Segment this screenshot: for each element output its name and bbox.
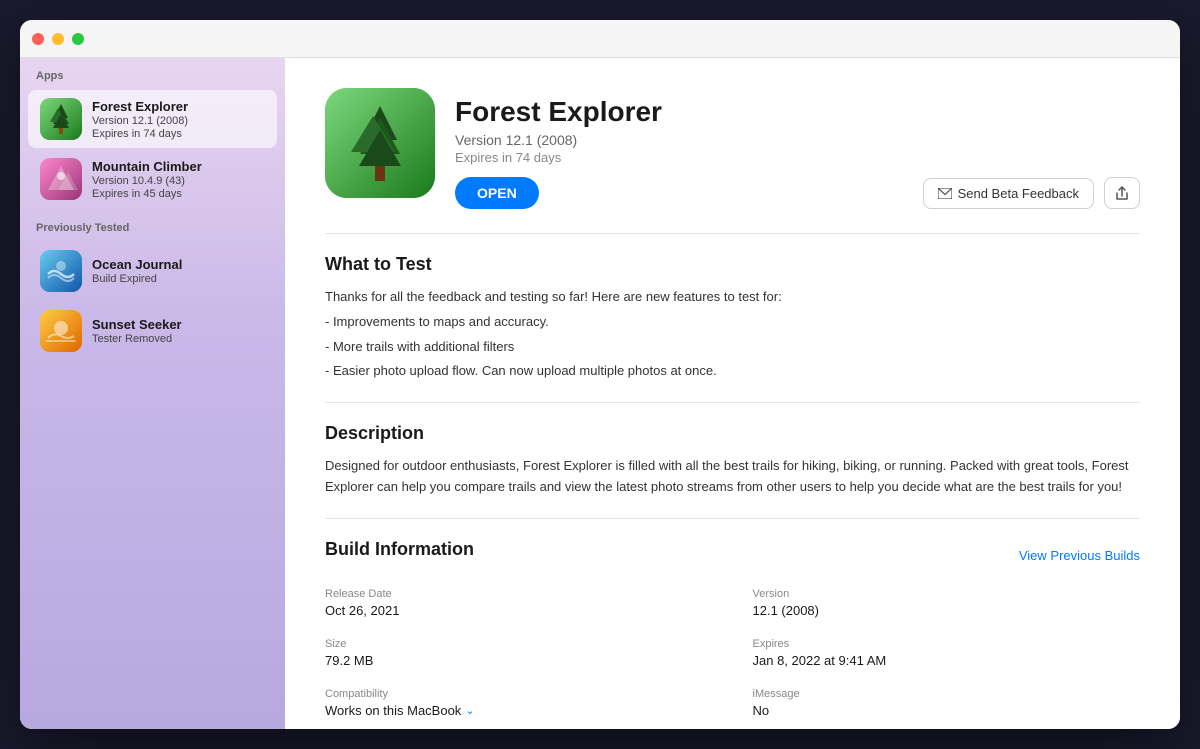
open-button[interactable]: OPEN <box>455 177 539 209</box>
compatibility-text: Works on this MacBook <box>325 703 461 718</box>
send-beta-feedback-button[interactable]: Send Beta Feedback <box>923 178 1094 209</box>
close-button[interactable] <box>32 33 44 45</box>
chevron-down-icon[interactable]: ⌄ <box>465 704 474 717</box>
build-info-size: Size 79.2 MB <box>325 638 713 668</box>
mountain-climber-status: Expires in 45 days <box>92 188 265 200</box>
envelope-icon <box>938 188 952 199</box>
build-info-title: Build Information <box>325 539 474 560</box>
mountain-climber-version: Version 10.4.9 (43) <box>92 175 265 187</box>
app-header-expires: Expires in 74 days <box>455 150 903 165</box>
ocean-journal-icon <box>40 250 82 292</box>
forest-explorer-name: Forest Explorer <box>92 99 265 114</box>
build-info-version: Version 12.1 (2008) <box>753 588 1141 618</box>
ocean-journal-info: Ocean Journal Build Expired <box>92 257 265 285</box>
sidebar-item-sunset-seeker[interactable]: Sunset Seeker Tester Removed <box>28 302 277 360</box>
version-label: Version <box>753 588 1141 600</box>
apps-section-label: Apps <box>20 58 285 88</box>
forest-explorer-icon <box>40 98 82 140</box>
size-value: 79.2 MB <box>325 653 713 668</box>
build-info-expires: Expires Jan 8, 2022 at 9:41 AM <box>753 638 1141 668</box>
sidebar: Apps <box>20 58 285 729</box>
forest-explorer-version: Version 12.1 (2008) <box>92 115 265 127</box>
app-header-version: Version 12.1 (2008) <box>455 132 903 148</box>
what-to-test-line-3: - Easier photo upload flow. Can now uplo… <box>325 361 1140 382</box>
forest-explorer-info: Forest Explorer Version 12.1 (2008) Expi… <box>92 99 265 140</box>
view-previous-builds-link[interactable]: View Previous Builds <box>1019 548 1140 563</box>
sidebar-item-forest-explorer[interactable]: Forest Explorer Version 12.1 (2008) Expi… <box>28 90 277 148</box>
sunset-seeker-status: Tester Removed <box>92 333 265 345</box>
app-header-title: Forest Explorer <box>455 96 903 128</box>
expires-label: Expires <box>753 638 1141 650</box>
header-app-svg <box>325 88 435 198</box>
compatibility-value[interactable]: Works on this MacBook ⌄ <box>325 703 713 718</box>
imessage-label: iMessage <box>753 688 1141 700</box>
previously-tested-label: Previously Tested <box>20 210 285 240</box>
what-to-test-line-0: Thanks for all the feedback and testing … <box>325 287 1140 308</box>
sunset-seeker-icon <box>40 310 82 352</box>
build-info-compatibility: Compatibility Works on this MacBook ⌄ <box>325 688 713 718</box>
divider-3 <box>325 518 1140 519</box>
app-header-info: Forest Explorer Version 12.1 (2008) Expi… <box>455 88 903 209</box>
build-information-section: Build Information View Previous Builds R… <box>325 539 1140 729</box>
release-date-value: Oct 26, 2021 <box>325 603 713 618</box>
mountain-climber-name: Mountain Climber <box>92 159 265 174</box>
fullscreen-button[interactable] <box>72 33 84 45</box>
forest-explorer-status: Expires in 74 days <box>92 128 265 140</box>
ocean-journal-name: Ocean Journal <box>92 257 265 272</box>
content-area: Apps <box>20 58 1180 729</box>
header-actions: Send Beta Feedback <box>923 177 1140 209</box>
what-to-test-line-2: - More trails with additional filters <box>325 337 1140 358</box>
description-text: Designed for outdoor enthusiasts, Forest… <box>325 456 1140 498</box>
sunset-seeker-name: Sunset Seeker <box>92 317 265 332</box>
app-header-icon <box>325 88 435 198</box>
forest-explorer-svg <box>40 98 82 140</box>
mountain-climber-icon <box>40 158 82 200</box>
divider-1 <box>325 233 1140 234</box>
description-title: Description <box>325 423 1140 444</box>
what-to-test-line-1: - Improvements to maps and accuracy. <box>325 312 1140 333</box>
traffic-lights <box>32 33 84 45</box>
send-feedback-label: Send Beta Feedback <box>958 186 1079 201</box>
divider-2 <box>325 402 1140 403</box>
what-to-test-section: What to Test Thanks for all the feedback… <box>325 254 1140 382</box>
what-to-test-title: What to Test <box>325 254 1140 275</box>
app-header: Forest Explorer Version 12.1 (2008) Expi… <box>325 88 1140 209</box>
share-button[interactable] <box>1104 177 1140 209</box>
sidebar-item-ocean-journal[interactable]: Ocean Journal Build Expired <box>28 242 277 300</box>
version-value: 12.1 (2008) <box>753 603 1141 618</box>
build-info-header: Build Information View Previous Builds <box>325 539 1140 572</box>
build-info-imessage: iMessage No <box>753 688 1141 718</box>
sunset-seeker-info: Sunset Seeker Tester Removed <box>92 317 265 345</box>
ocean-journal-svg <box>40 250 82 292</box>
description-section: Description Designed for outdoor enthusi… <box>325 423 1140 498</box>
minimize-button[interactable] <box>52 33 64 45</box>
ocean-journal-status: Build Expired <box>92 273 265 285</box>
main-content: Forest Explorer Version 12.1 (2008) Expi… <box>285 58 1180 729</box>
share-icon <box>1115 185 1129 201</box>
title-bar <box>20 20 1180 58</box>
build-info-grid: Release Date Oct 26, 2021 Version 12.1 (… <box>325 588 1140 729</box>
mountain-climber-svg <box>40 158 82 200</box>
main-window: Apps <box>20 20 1180 729</box>
sunset-seeker-svg <box>40 310 82 352</box>
build-info-release-date: Release Date Oct 26, 2021 <box>325 588 713 618</box>
expires-value: Jan 8, 2022 at 9:41 AM <box>753 653 1141 668</box>
sidebar-item-mountain-climber[interactable]: Mountain Climber Version 10.4.9 (43) Exp… <box>28 150 277 208</box>
size-label: Size <box>325 638 713 650</box>
compatibility-label: Compatibility <box>325 688 713 700</box>
imessage-value: No <box>753 703 1141 718</box>
mountain-climber-info: Mountain Climber Version 10.4.9 (43) Exp… <box>92 159 265 200</box>
release-date-label: Release Date <box>325 588 713 600</box>
